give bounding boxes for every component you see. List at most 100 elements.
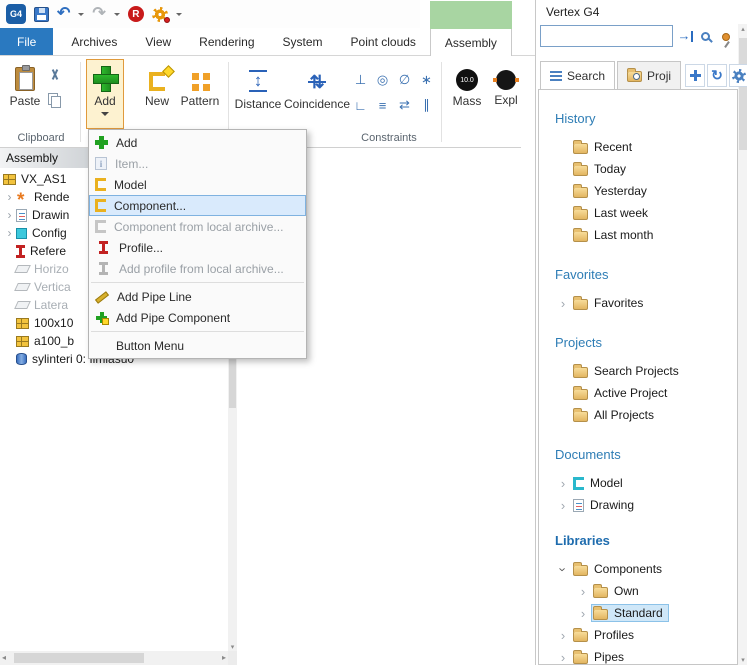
constraint-button-3[interactable]: ∅ (394, 68, 415, 92)
mass-button[interactable]: 10.0 Mass (447, 64, 487, 122)
undo-dropdown-icon[interactable] (78, 13, 84, 19)
menu-item-add[interactable]: Add (89, 132, 306, 153)
chevron-right-icon[interactable]: › (3, 226, 16, 240)
tree-item-own[interactable]: ›Own (539, 580, 737, 602)
add-button[interactable]: Add (86, 59, 124, 129)
tree-item-label: Profiles (594, 628, 634, 642)
tree-item-drawing[interactable]: ›Drawing (539, 494, 737, 516)
chevron-collapsed-icon[interactable]: › (575, 584, 591, 599)
tab-view[interactable]: View (131, 28, 185, 55)
tree-item-components[interactable]: ›Components (539, 558, 737, 580)
tab-assembly[interactable]: Assembly (430, 28, 512, 56)
tree-item-recent[interactable]: Recent (539, 136, 737, 158)
add-dropdown-arrow-icon[interactable] (101, 112, 109, 120)
tree-item-standard[interactable]: ›Standard (539, 602, 737, 624)
button-add-tab-icon[interactable] (685, 64, 705, 87)
redo-dropdown-icon[interactable] (114, 13, 120, 19)
tab-archives[interactable]: Archives (57, 28, 131, 55)
menu-item-button-menu[interactable]: Button Menu (89, 335, 306, 356)
menu-item-component[interactable]: Component... (89, 195, 306, 216)
constraint-button-1[interactable]: ⊥ (350, 68, 371, 92)
constraint-button-7[interactable]: ⇄ (394, 93, 415, 117)
tab-system[interactable]: System (269, 28, 337, 55)
tab-proji[interactable]: Proji (617, 61, 681, 90)
tab-file[interactable]: File (0, 28, 53, 55)
new-button[interactable]: New (139, 64, 175, 122)
menu-item-add-pipe-line[interactable]: Add Pipe Line (89, 286, 306, 307)
settings-gears-icon[interactable] (152, 7, 168, 22)
item-info-icon (95, 157, 107, 170)
record-icon[interactable]: R (128, 6, 144, 22)
tree-item-pipes[interactable]: ›Pipes (539, 646, 737, 665)
tree-item-model[interactable]: ›Model (539, 472, 737, 494)
toolbar-options-icon[interactable] (176, 13, 182, 19)
folder-icon (573, 631, 588, 642)
chevron-right-icon[interactable]: › (3, 190, 16, 204)
tree-item-profiles[interactable]: › Profiles (539, 624, 737, 646)
search-go-button[interactable] (676, 27, 695, 46)
assembly-tree-hscrollbar[interactable] (0, 651, 228, 665)
tree-item-search-projects[interactable]: Search Projects (539, 360, 737, 382)
tree-item-last-month[interactable]: Last month (539, 224, 737, 246)
tab-search[interactable]: Search (540, 61, 615, 91)
section-header-projects[interactable]: Projects (539, 334, 737, 352)
panel-scrollbar[interactable] (738, 24, 747, 665)
menu-item-item[interactable]: Item... (89, 153, 306, 174)
button-refresh-icon[interactable] (707, 64, 727, 87)
plane-icon (14, 265, 31, 273)
vertex-logo[interactable]: G4 (6, 4, 26, 24)
chevron-collapsed-icon[interactable]: › (575, 606, 591, 621)
copy-icon[interactable] (48, 93, 61, 107)
chevron-expanded-icon[interactable]: › (556, 561, 571, 577)
search-input[interactable] (540, 25, 673, 47)
menu-item-add-pipe-component[interactable]: Add Pipe Component (89, 307, 306, 328)
menu-item-model[interactable]: Model (89, 174, 306, 195)
constraint-button-8[interactable]: ∥ (416, 93, 437, 117)
tree-item-last-week[interactable]: Last week (539, 202, 737, 224)
tab-rendering[interactable]: Rendering (185, 28, 268, 55)
pin-button[interactable] (716, 27, 735, 46)
chevron-collapsed-icon[interactable]: › (555, 650, 571, 665)
tree-item-favorites[interactable]: ›Favorites (539, 292, 737, 314)
scrollbar-corner (228, 651, 237, 665)
tree-item-all-projects[interactable]: All Projects (539, 404, 737, 426)
folder-icon (573, 565, 588, 576)
chevron-collapsed-icon[interactable]: › (555, 296, 571, 311)
tab-point-clouds[interactable]: Point clouds (337, 28, 430, 55)
distance-button[interactable]: Distance (233, 64, 283, 122)
paste-label: Paste (10, 94, 41, 108)
menu-item-add-profile-from-local-archive[interactable]: Add profile from local archive... (89, 258, 306, 279)
save-icon[interactable] (34, 7, 49, 22)
chevron-collapsed-icon[interactable]: › (555, 498, 571, 513)
undo-icon[interactable] (57, 6, 70, 22)
section-header-history[interactable]: History (539, 110, 737, 128)
redo-icon[interactable] (92, 6, 105, 22)
constraint-button-5[interactable]: ∟ (350, 93, 371, 117)
chevron-collapsed-icon[interactable]: › (555, 476, 571, 491)
section-header-documents[interactable]: Documents (539, 446, 737, 464)
paste-button[interactable]: Paste (6, 62, 44, 128)
constraint-button-2[interactable]: ◎ (372, 68, 393, 92)
constraint-button-4[interactable]: ∗ (416, 68, 437, 92)
tree-item-yesterday[interactable]: Yesterday (539, 180, 737, 202)
constraint-button-6[interactable]: ≡ (372, 93, 393, 117)
tree-item-active-project[interactable]: Active Project (539, 382, 737, 404)
cut-icon[interactable] (48, 68, 61, 81)
scrollbar-thumb[interactable] (14, 653, 144, 663)
menu-item-label: Add (116, 136, 137, 150)
menu-item-profile[interactable]: Profile... (89, 237, 306, 258)
explode-button[interactable]: Expl (489, 64, 523, 122)
section-header-libraries[interactable]: Libraries (539, 532, 737, 550)
scrollbar-thumb[interactable] (739, 38, 747, 150)
chevron-collapsed-icon[interactable]: › (555, 628, 571, 643)
coincidence-button[interactable]: Coincidence (285, 64, 349, 122)
section-header-favorites[interactable]: Favorites (539, 266, 737, 284)
clipboard-group-label: Clipboard (0, 132, 82, 144)
tree-item-today[interactable]: Today (539, 158, 737, 180)
menu-item-component-from-local-archive[interactable]: Component from local archive... (89, 216, 306, 237)
chevron-right-icon[interactable]: › (3, 208, 16, 222)
menu-item-label: Item... (115, 157, 148, 171)
button-gear-icon[interactable] (729, 64, 747, 87)
pattern-button[interactable]: Pattern (177, 64, 223, 122)
search-magnifier-button[interactable] (696, 27, 715, 46)
